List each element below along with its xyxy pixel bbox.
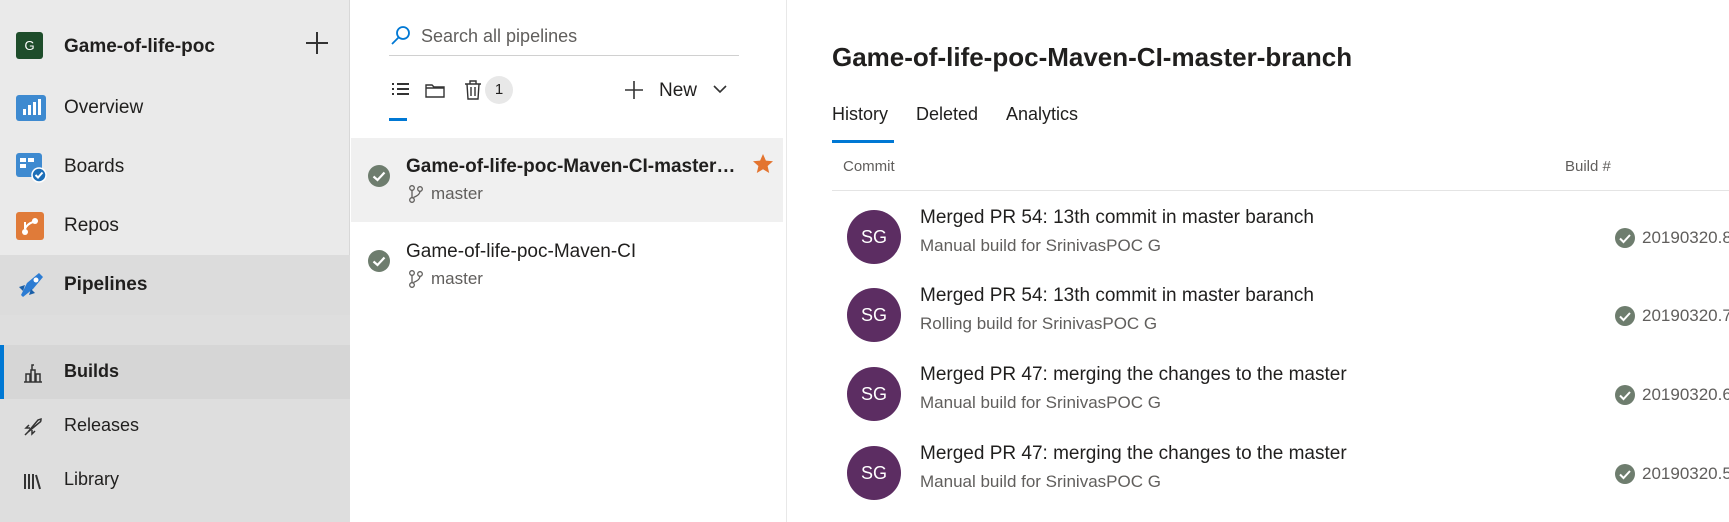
nav-item-label: Library (64, 469, 120, 489)
nav-item-boards[interactable]: Boards (0, 137, 350, 197)
nav-item-label: Pipelines (64, 274, 148, 295)
search-box[interactable] (389, 20, 739, 56)
build-run-row[interactable]: SG Merged PR 47: merging the changes to … (832, 430, 1729, 516)
left-navigation: G Game-of-life-poc Overview Boards Repos (0, 0, 350, 522)
project-avatar: G (16, 32, 43, 59)
list-view-icon[interactable] (389, 78, 413, 102)
active-indicator (0, 345, 4, 399)
pipeline-toolbar: 1 New (389, 72, 749, 122)
success-status-icon (1614, 227, 1636, 249)
pipeline-branch: master (431, 269, 483, 288)
build-number[interactable]: 20190320.5 (1642, 464, 1729, 484)
search-input[interactable] (421, 23, 731, 49)
builds-icon (22, 362, 44, 384)
new-button-label: New (659, 80, 698, 101)
success-status-icon (1614, 305, 1636, 327)
nav-item-label: Repos (64, 215, 119, 236)
plus-icon (623, 79, 645, 101)
pipeline-list-item[interactable]: Game-of-life-poc-Maven-CI master (351, 223, 783, 307)
success-status-icon (367, 249, 391, 273)
commit-message[interactable]: Merged PR 54: 13th commit in master bara… (920, 207, 1314, 229)
branch-icon (407, 184, 425, 204)
tab-history[interactable]: History (832, 104, 888, 125)
nav-item-label: Boards (64, 156, 125, 177)
build-trigger: Rolling build for SrinivasPOC G (920, 314, 1158, 333)
tab-deleted[interactable]: Deleted (916, 104, 978, 125)
pipeline-list-item[interactable]: Game-of-life-poc-Maven-CI-master-branch … (351, 138, 783, 222)
search-icon (389, 24, 413, 48)
branch-icon (407, 269, 425, 289)
selected-tab-indicator (832, 140, 894, 143)
build-trigger: Manual build for SrinivasPOC G (920, 236, 1161, 255)
avatar: SG (847, 288, 901, 342)
pipeline-name[interactable]: Game-of-life-poc-Maven-CI-master-branch (406, 156, 736, 178)
project-name[interactable]: Game-of-life-poc (64, 36, 215, 58)
column-header-build: Build # (1565, 158, 1611, 175)
build-number[interactable]: 20190320.8 (1642, 228, 1729, 248)
deleted-count-badge: 1 (485, 76, 513, 104)
pipeline-branch: master (431, 184, 483, 203)
build-trigger: Manual build for SrinivasPOC G (920, 393, 1161, 412)
nav-item-builds[interactable]: Builds (0, 345, 350, 399)
success-status-icon (1614, 463, 1636, 485)
rocket-icon (22, 416, 44, 438)
new-pipeline-button[interactable]: New (619, 72, 729, 108)
pipeline-detail-panel: Game-of-life-poc-Maven-CI-master-branch … (788, 0, 1729, 522)
header-divider (832, 190, 1729, 191)
folder-view-icon[interactable] (423, 78, 447, 102)
nav-item-label: Overview (64, 97, 144, 118)
build-run-row[interactable]: SG Merged PR 54: 13th commit in master b… (832, 194, 1729, 280)
nav-item-pipelines[interactable]: Pipelines (0, 255, 350, 315)
build-number[interactable]: 20190320.7 (1642, 306, 1729, 326)
tab-analytics[interactable]: Analytics (1006, 104, 1078, 125)
pipeline-list-panel: 1 New Game-of-life-poc-Maven-CI-master-b… (351, 0, 787, 522)
nav-item-repos[interactable]: Repos (0, 196, 350, 256)
avatar: SG (847, 446, 901, 500)
commit-message[interactable]: Merged PR 47: merging the changes to the… (920, 443, 1347, 465)
trash-icon[interactable] (461, 78, 485, 102)
pipelines-icon (15, 269, 47, 301)
avatar: SG (847, 367, 901, 421)
build-trigger: Manual build for SrinivasPOC G (920, 472, 1161, 491)
column-header-commit: Commit (843, 158, 895, 175)
nav-item-releases[interactable]: Releases (0, 399, 350, 453)
boards-icon (15, 151, 47, 183)
nav-item-label: Releases (64, 415, 140, 435)
success-status-icon (1614, 384, 1636, 406)
azure-devops-app: G Game-of-life-poc Overview Boards Repos (0, 0, 1729, 522)
nav-item-label: Builds (64, 361, 120, 381)
selected-view-indicator (389, 118, 407, 121)
nav-item-overview[interactable]: Overview (0, 78, 350, 138)
avatar: SG (847, 210, 901, 264)
add-icon[interactable] (302, 28, 332, 58)
commit-message[interactable]: Merged PR 54: 13th commit in master bara… (920, 285, 1314, 307)
favorite-star-icon[interactable] (751, 152, 775, 176)
pipeline-name[interactable]: Game-of-life-poc-Maven-CI (406, 241, 736, 263)
build-run-row[interactable]: SG Merged PR 54: 13th commit in master b… (832, 272, 1729, 358)
success-status-icon (367, 164, 391, 188)
chevron-down-icon (711, 80, 729, 98)
repos-icon (15, 210, 47, 242)
project-header[interactable]: G Game-of-life-poc (0, 14, 350, 80)
nav-item-library[interactable]: Library (0, 453, 350, 507)
build-number[interactable]: 20190320.6 (1642, 385, 1729, 405)
commit-message[interactable]: Merged PR 47: merging the changes to the… (920, 364, 1347, 386)
build-run-row[interactable]: SG Merged PR 47: merging the changes to … (832, 351, 1729, 437)
overview-icon (15, 92, 47, 124)
page-title: Game-of-life-poc-Maven-CI-master-branch (832, 42, 1353, 72)
library-icon (22, 470, 44, 492)
